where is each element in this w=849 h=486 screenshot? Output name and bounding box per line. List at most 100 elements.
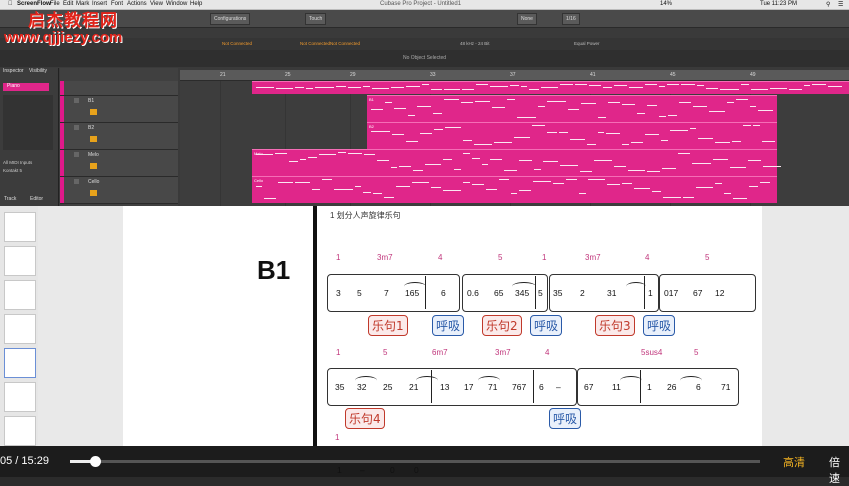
tab-visibility[interactable]: Visibility (29, 68, 47, 74)
status-control: Not Connected (330, 41, 361, 46)
track-row-melo[interactable]: Melo (60, 150, 178, 177)
mute-button[interactable] (74, 125, 79, 130)
timeline-ruler[interactable]: 21 25 29 33 37 41 45 49 (180, 70, 849, 81)
info-line: No Object Selected (0, 50, 849, 67)
mute-button[interactable] (74, 152, 79, 157)
page-thumbnail[interactable] (4, 246, 36, 276)
midi-note (476, 84, 488, 85)
mute-button[interactable] (74, 98, 79, 103)
chord-symbol: 5 (694, 348, 699, 357)
midi-note (622, 104, 635, 105)
menu-actions[interactable]: Actions (127, 1, 147, 7)
midi-note (511, 193, 517, 194)
midi-note (629, 87, 643, 88)
watermark-title: 启杰教程网 (28, 11, 118, 31)
midi-note (490, 159, 502, 160)
inspector-input[interactable]: All MIDI Inputs (3, 160, 53, 165)
midi-note (371, 109, 383, 110)
menu-help[interactable]: Help (190, 1, 202, 7)
note: 71 (721, 382, 731, 392)
bar-line (644, 276, 645, 309)
track-row-b2[interactable]: B2 (60, 123, 178, 150)
mute-button[interactable] (74, 179, 79, 184)
midi-note (696, 187, 713, 188)
midi-note (363, 192, 371, 193)
configurations-select[interactable]: Configurations (210, 13, 251, 25)
snap-select[interactable]: None (517, 13, 537, 25)
midi-note (668, 115, 677, 116)
midi-note (463, 153, 470, 154)
midi-note (763, 166, 781, 167)
midi-note (319, 154, 336, 155)
midi-note (514, 137, 530, 138)
apple-icon[interactable]:  (8, 1, 13, 7)
note: 0 (414, 465, 419, 475)
midi-note (463, 140, 472, 141)
ruler-tick: 25 (285, 72, 291, 78)
progress-track[interactable] (70, 460, 760, 463)
midi-note (753, 125, 760, 126)
midi-note (663, 197, 681, 198)
search-icon[interactable]: ⚲ (826, 1, 830, 8)
track-row-b1[interactable]: B1 (60, 96, 178, 123)
phrase-tag: 乐句2 (482, 315, 522, 336)
inspector-track-name[interactable]: Piano (3, 83, 49, 91)
status-input: Not Connected (222, 41, 253, 46)
chord-symbol: 5 (498, 253, 503, 262)
midi-note (275, 153, 287, 154)
page-thumbnail[interactable] (4, 382, 36, 412)
menu-window[interactable]: Window (166, 1, 187, 7)
phrase-box (549, 274, 659, 312)
status-output: Not Connected (300, 41, 331, 46)
lock-icon[interactable] (90, 109, 97, 115)
bar-line (431, 370, 432, 403)
note: 71 (488, 382, 498, 392)
note: 67 (693, 288, 703, 298)
lock-icon[interactable] (90, 190, 97, 196)
chord-symbol: 6m7 (432, 348, 448, 357)
speed-button[interactable]: 倍速 (829, 454, 849, 486)
midi-part-b2[interactable]: B2 (367, 122, 777, 149)
midi-note (408, 115, 415, 116)
breath-tag: 呼吸 (643, 315, 676, 336)
arrange-window[interactable]: B1 B2 Melo Cello (180, 81, 849, 206)
note: 1 (647, 382, 652, 392)
midi-note (770, 88, 787, 89)
menu-view[interactable]: View (150, 1, 163, 7)
note: 67 (584, 382, 594, 392)
lock-icon[interactable] (90, 163, 97, 169)
inspector-output[interactable]: Kontakt 5 (3, 168, 53, 173)
midi-part-cello[interactable]: Cello (252, 176, 777, 203)
ruler-tick: 37 (510, 72, 516, 78)
midi-note (670, 130, 688, 131)
track-row[interactable] (60, 81, 178, 96)
status-pan-law: Equal Power (574, 41, 600, 46)
midi-note (385, 102, 392, 103)
page-thumbnail-selected[interactable] (4, 348, 36, 378)
midi-note (706, 88, 718, 89)
menu-list-icon[interactable]: ☰ (838, 1, 843, 8)
progress-handle[interactable] (90, 456, 101, 467)
midi-note (521, 86, 527, 87)
page-thumbnail[interactable] (4, 416, 36, 446)
note: 2 (580, 288, 585, 298)
midi-note (603, 87, 612, 88)
midi-note (396, 186, 410, 187)
tab-editor[interactable]: Editor (30, 196, 43, 202)
quantize-select[interactable]: 1/16 (562, 13, 580, 25)
automation-mode-select[interactable]: Touch (305, 13, 327, 25)
page-thumbnail[interactable] (4, 280, 36, 310)
tab-inspector[interactable]: Inspector (3, 68, 24, 74)
menubar-clock[interactable]: Tue 11:23 PM (760, 1, 797, 7)
lock-icon[interactable] (90, 136, 97, 142)
midi-note (504, 170, 517, 171)
battery-status[interactable]: 14% (660, 1, 672, 7)
page-thumbnail[interactable] (4, 314, 36, 344)
page-thumbnail[interactable] (4, 212, 36, 242)
quality-button[interactable]: 高清 (783, 454, 805, 470)
note: 6 (539, 382, 544, 392)
playback-time: 05 / 15:29 (0, 455, 49, 467)
tab-track[interactable]: Track (4, 196, 16, 202)
track-row-cello[interactable]: Cello (60, 177, 178, 204)
midi-note (472, 158, 480, 159)
